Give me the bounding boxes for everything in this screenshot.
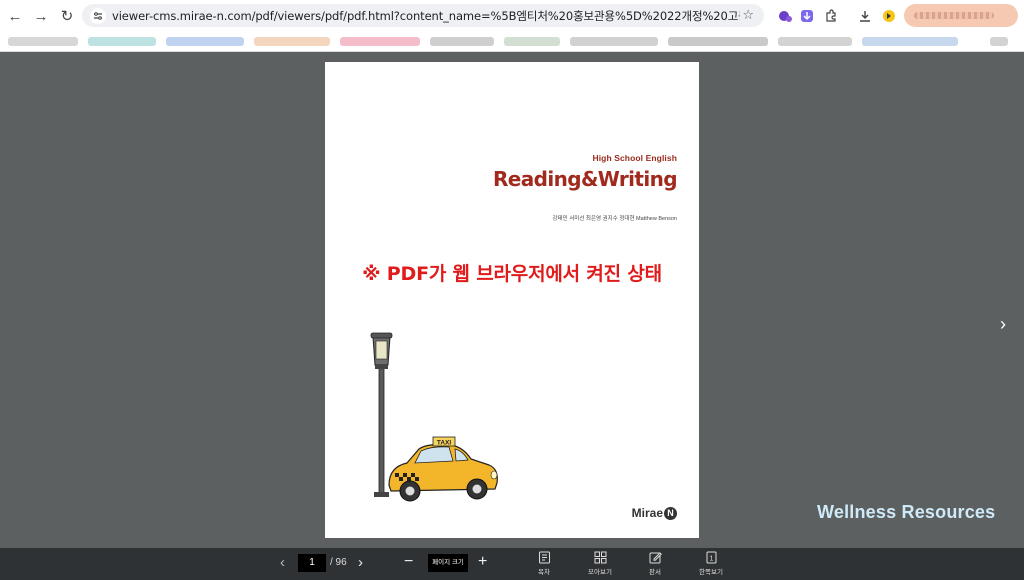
forward-arrow-icon[interactable]: →: [30, 5, 52, 27]
page-number-input[interactable]: 1: [298, 554, 326, 572]
browser-toolbar: ← → ↻ viewer-cms.mirae-n.com/pdf/viewers…: [0, 0, 1024, 32]
overlay-notice: ※ PDF가 웹 브라우저에서 켜진 상태: [362, 263, 662, 285]
yellow-extension-icon[interactable]: [880, 7, 898, 25]
single-view-label: 한쪽보기: [699, 569, 723, 576]
publisher-logo: Mirae N: [632, 506, 677, 520]
toc-icon: [538, 551, 550, 564]
bookmarks-bar: [0, 32, 1024, 52]
pdf-viewer: High School English Reading&Writing 강태민 …: [0, 52, 1024, 548]
thumbnails-button[interactable]: 모아보기: [580, 551, 620, 576]
profile-button[interactable]: [904, 4, 1018, 27]
bookmark-item[interactable]: [340, 37, 420, 46]
book-title: Reading&Writing: [492, 167, 678, 191]
bookmark-item[interactable]: [570, 37, 658, 46]
extensions-puzzle-icon[interactable]: [822, 7, 840, 25]
bookmark-item[interactable]: [166, 37, 244, 46]
publisher-logo-mark: N: [664, 506, 677, 520]
book-subtitle: High School English: [592, 153, 677, 163]
zoom-level[interactable]: 페이지 크기: [428, 554, 468, 572]
toc-button[interactable]: 목차: [524, 551, 564, 576]
bookmark-item[interactable]: [254, 37, 330, 46]
next-page-chevron-icon[interactable]: ›: [1000, 314, 1006, 335]
lamp-taxi-illustration: TAXI: [370, 332, 498, 502]
reload-icon[interactable]: ↻: [56, 5, 78, 27]
bookmark-item[interactable]: [778, 37, 852, 46]
zoom-out-icon[interactable]: −: [404, 553, 413, 571]
bookmark-star-icon[interactable]: ☆: [742, 7, 754, 23]
single-view-button[interactable]: 1 한쪽보기: [691, 551, 731, 576]
grid-icon: [594, 551, 606, 564]
draw-label: 판서: [649, 569, 661, 576]
publisher-name: Mirae: [631, 506, 663, 520]
page-total: / 96: [330, 557, 347, 568]
download-extension-icon[interactable]: [798, 7, 816, 25]
bookmark-item[interactable]: [504, 37, 560, 46]
bookmark-item[interactable]: [430, 37, 494, 46]
next-page-icon[interactable]: ›: [358, 554, 363, 571]
url-text[interactable]: viewer-cms.mirae-n.com/pdf/viewers/pdf/p…: [112, 8, 740, 24]
site-settings-icon[interactable]: [90, 7, 106, 24]
single-page-icon-number: 1: [709, 556, 713, 563]
viewer-toolbar: ‹ 1 / 96 › − 페이지 크기 + 목차 모아보기 판서 1 한쪽보기: [0, 548, 1024, 580]
pdf-page: High School English Reading&Writing 강태민 …: [325, 62, 699, 538]
pencil-icon: [649, 552, 662, 564]
bookmark-item[interactable]: [88, 37, 156, 46]
thumbnails-label: 모아보기: [588, 569, 612, 576]
extension-purple-icon[interactable]: [776, 7, 794, 25]
draw-button[interactable]: 판서: [635, 551, 675, 576]
address-bar[interactable]: viewer-cms.mirae-n.com/pdf/viewers/pdf/p…: [82, 4, 764, 27]
single-page-icon: 1: [706, 551, 716, 564]
bookmark-item[interactable]: [8, 37, 78, 46]
bookmark-item[interactable]: [990, 37, 1008, 46]
bookmark-item[interactable]: [668, 37, 768, 46]
prev-page-icon[interactable]: ‹: [280, 554, 285, 571]
book-authors: 강태민 서미선 최은영 권지수 정대현 Matthew Benson: [552, 216, 677, 222]
zoom-in-icon[interactable]: +: [478, 553, 487, 571]
toc-label: 목차: [538, 569, 550, 576]
back-arrow-icon[interactable]: ←: [4, 5, 26, 27]
downloads-icon[interactable]: [856, 7, 874, 25]
taxi-sign-text: TAXI: [437, 440, 452, 447]
watermark-text: Wellness Resources: [817, 502, 996, 522]
bookmark-item[interactable]: [862, 37, 958, 46]
